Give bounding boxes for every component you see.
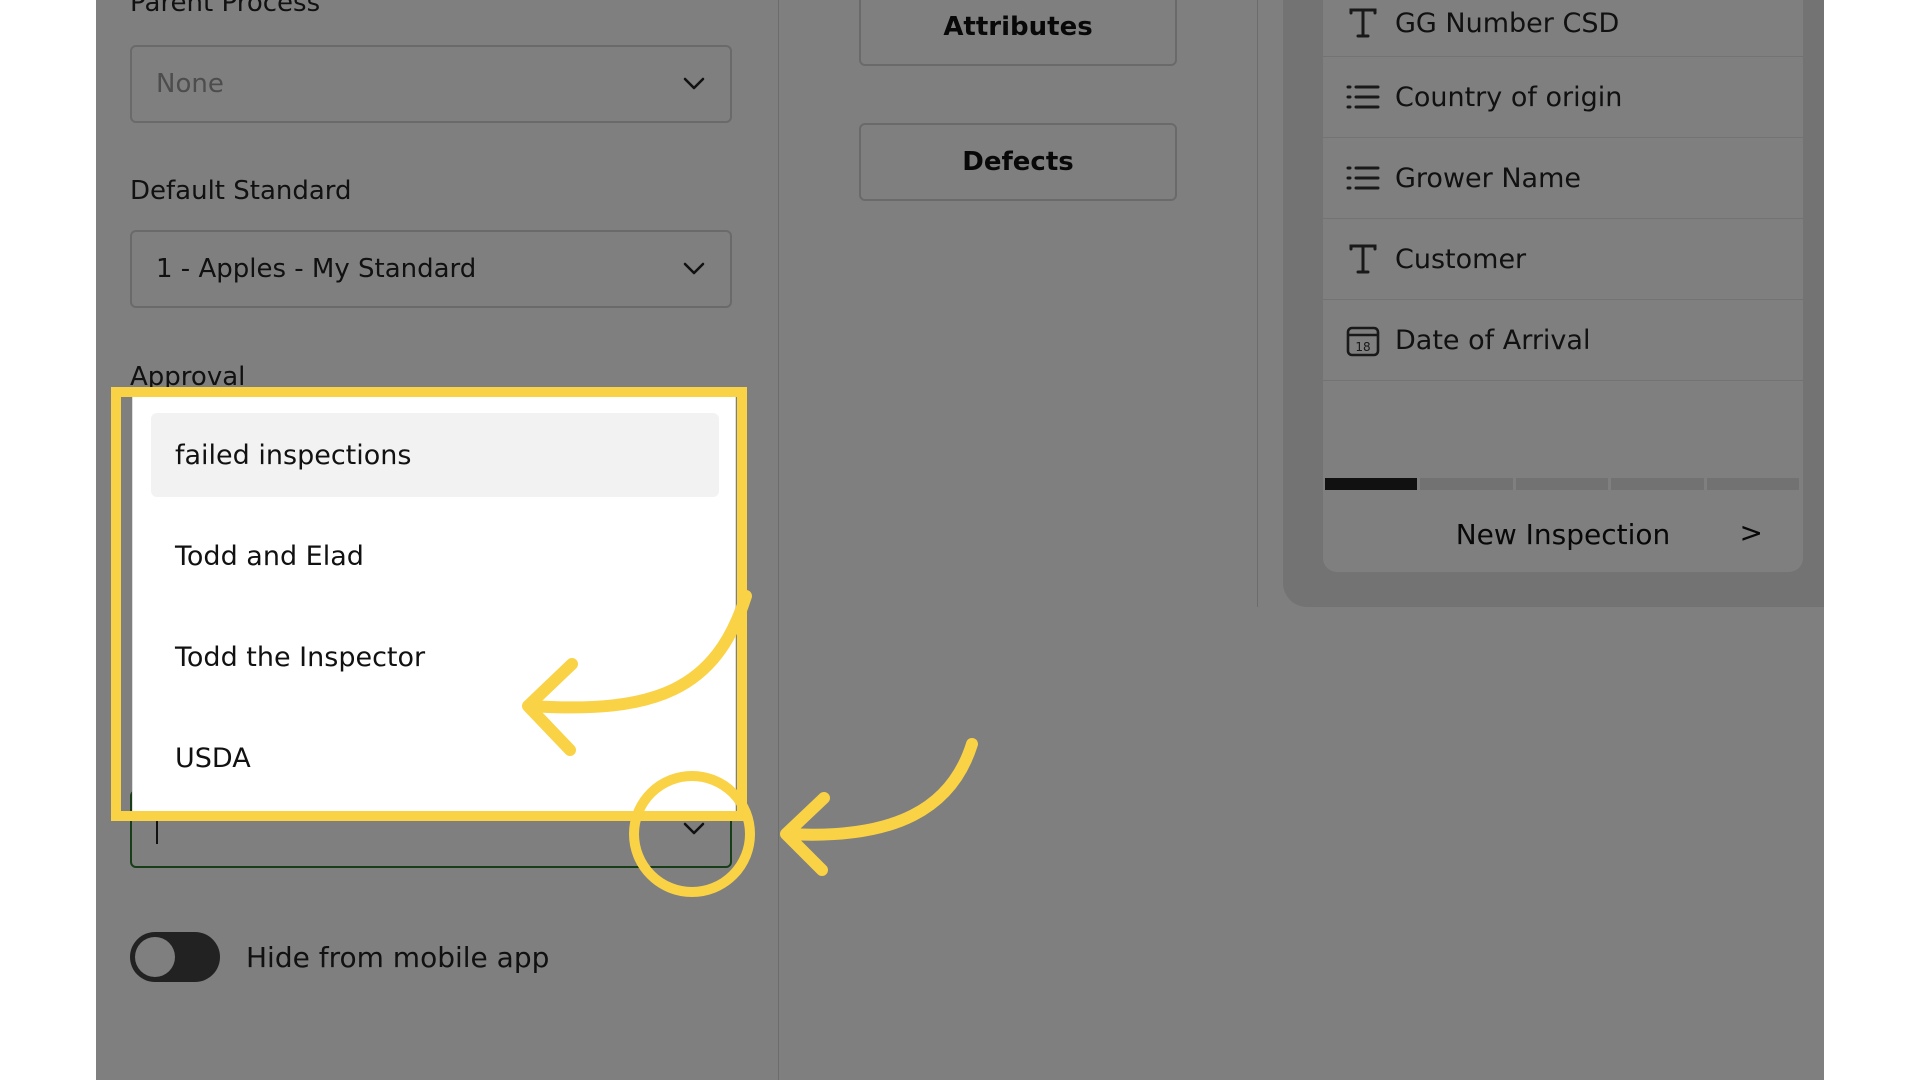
app-stage: Parent Process None Default Standard 1 -… — [96, 0, 1824, 1080]
curved-arrow-icon — [524, 590, 752, 714]
annotation-layer — [522, 590, 978, 897]
curved-arrow-icon — [782, 738, 978, 841]
highlight-circle — [629, 771, 755, 897]
